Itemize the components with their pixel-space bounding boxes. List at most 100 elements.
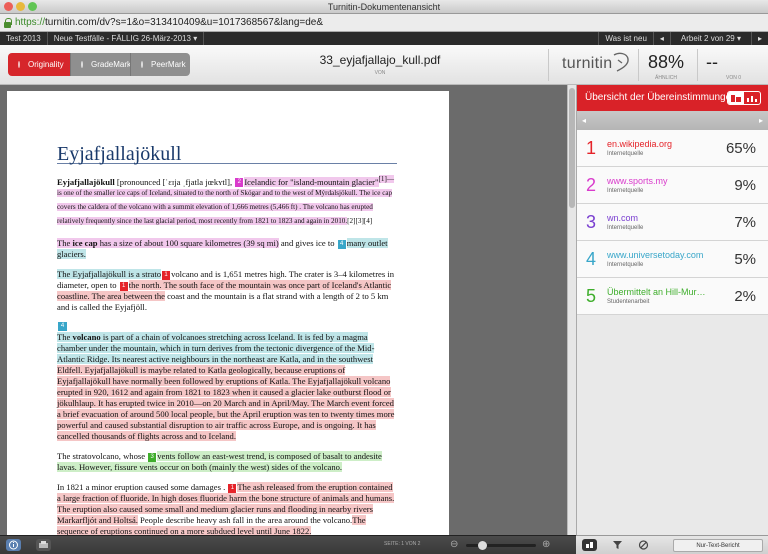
similarity-label: ÄHNLICH [655,75,677,81]
turnitin-logo-icon [613,52,629,72]
paper-counter: Arbeit 2 von 29 [680,34,735,43]
highlight-match-4[interactable]: The Eyjafjallajökull is a strato [57,269,162,280]
class-menu[interactable]: Test 2013 [0,32,48,45]
document-scrollbar[interactable] [567,85,576,535]
zoom-slider[interactable] [466,541,536,550]
prev-match-button[interactable]: ◂ [582,116,586,125]
match-item[interactable]: 2 www.sports.my Internetquelle 9% [577,167,768,204]
match-marker-4[interactable]: 4 [58,322,67,332]
highlight-match-4[interactable]: volcano [72,332,101,343]
match-source: en.wikipedia.org [607,139,673,149]
match-item[interactable]: 5 Übermittelt an Hill-Mur… Studentenarbeit… [577,278,768,315]
scrollbar-thumb[interactable] [569,88,575,208]
paper-text: In 1821 a minor eruption caused some dam… [57,482,228,493]
zoom-slider-knob[interactable] [478,541,487,550]
match-type: Internetquelle [607,151,644,157]
paper-text: People describe heavy ash fall in the ar… [137,515,353,526]
list-view-icon[interactable] [728,92,744,104]
match-percent: 2% [734,288,756,305]
match-percent: 65% [725,140,756,157]
paragraph-2: The ice cap has a size of about 100 squa… [57,238,397,260]
window-controls [4,2,37,11]
panel-header: Übersicht der Übereinstimmungen [577,85,768,111]
url-path: turnitin.com/dv?s=1&o=313410409&u=101736… [45,17,324,28]
paragraph-1: Eyjafjallajökull [pronounced [ˈɛɪja ˌfja… [57,174,397,229]
tab-grademark[interactable]: GradeMark [70,53,131,76]
match-list: 1 en.wikipedia.org Internetquelle 65% 2 www.s… [577,130,768,315]
tab-label: PeerMark [151,60,186,69]
match-marker-1[interactable]: 1 [228,483,237,493]
url-text[interactable]: https://turnitin.com/dv?s=1&o=313410409&… [15,17,323,28]
top-navbar: Test 2013 Neue Testfälle - FÄLLIG 26-Mär… [0,32,768,45]
assignment-label: Neue Testfälle - FÄLLIG 26-März-2013 [53,34,191,43]
info-icon[interactable] [6,539,21,551]
radio-icon [141,61,143,68]
zoom-window-icon[interactable] [28,2,37,11]
match-type: Internetquelle [607,188,644,194]
highlight-match-2[interactable]: The [57,238,73,249]
chart-view-icon[interactable] [744,92,760,104]
whats-new-link[interactable]: Was ist neu [598,32,653,45]
view-toggle[interactable] [727,91,761,105]
highlight-match-2[interactable]: ice cap [72,238,98,249]
exclude-icon[interactable] [636,539,651,551]
document-header: Originality GradeMark PeerMark 33_eyjafj… [0,45,768,85]
zoom-in-icon[interactable]: ⊕ [542,539,550,550]
turnitin-logo: turnitin [562,55,613,72]
match-number: 2 [586,175,597,195]
match-number: 4 [586,249,597,269]
citation-ref: [2][3][4] [347,216,373,225]
radio-icon [81,61,83,68]
match-item[interactable]: 4 www.universetoday.com Internetquelle 5% [577,241,768,278]
highlight-match-4[interactable]: is part of a chain of volcanoes stretchi… [57,332,375,365]
paper-selector[interactable]: Arbeit 2 von 29 ▾ [669,32,751,45]
paper-title: Eyjafjallajökull [57,144,397,164]
paper-text: [pronounced [ˈɛɪja ˌfjatla jœkʏtl], [114,176,235,187]
match-source: wn.com [607,213,639,223]
match-marker-4[interactable]: 4 [337,239,346,249]
match-percent: 5% [734,251,756,268]
tab-originality[interactable]: Originality [8,53,70,76]
match-source: www.universetoday.com [607,250,704,260]
match-overview-icon[interactable] [582,539,597,551]
minimize-window-icon[interactable] [16,2,25,11]
filter-icon[interactable] [610,539,625,551]
prev-paper-button[interactable]: ◂ [652,32,670,45]
match-marker-2[interactable]: 2 [235,178,244,188]
document-viewer[interactable]: Eyjafjallajökull Eyjafjallajökull [prono… [0,85,567,535]
match-percent: 7% [734,214,756,231]
similarity-score[interactable]: 88% [648,52,684,73]
match-item[interactable]: 1 en.wikipedia.org Internetquelle 65% [577,130,768,167]
highlight-match-2[interactable]: Icelandic for "island-mountain glacier" [244,176,379,187]
grade-label: VON 0 [726,75,742,81]
address-bar[interactable]: https://turnitin.com/dv?s=1&o=313410409&… [0,14,768,32]
radio-icon [18,61,20,68]
assignment-menu[interactable]: Neue Testfälle - FÄLLIG 26-März-2013 ▾ [48,32,205,45]
highlight-match-5[interactable]: vents follow an east-west trend, is [157,451,275,462]
document-author-label: VON [374,70,386,76]
url-protocol: https:// [15,17,46,28]
match-number: 5 [586,286,597,306]
highlight-match-2[interactable]: has a size of about 100 square kilometre… [97,238,279,249]
match-marker-1[interactable]: 1 [119,281,128,291]
next-paper-button[interactable]: ▸ [750,32,768,45]
text-only-report-button[interactable]: Nur-Text-Bericht [673,539,763,552]
tab-peermark[interactable]: PeerMark [130,53,190,76]
paper-text: and gives ice to [278,238,337,249]
grade-score[interactable]: -- [706,52,718,73]
match-item[interactable]: 3 wn.com Internetquelle 7% [577,204,768,241]
highlight-match-1[interactable]: Eldfell. Eyjafjallajökull is maybe relat… [57,365,395,442]
match-marker-3[interactable]: 3 [148,452,157,462]
match-marker-1[interactable]: 1 [162,270,171,280]
print-icon[interactable] [36,539,51,551]
close-window-icon[interactable] [4,2,13,11]
dropdown-arrow-icon: ▾ [736,34,741,43]
dropdown-arrow-icon: ▾ [193,34,198,43]
zoom-out-icon[interactable]: ⊖ [450,539,458,550]
highlight-match-4[interactable]: The [57,332,73,343]
match-source: Übermittelt an Hill-Mur… [607,287,706,297]
next-match-button[interactable]: ▸ [759,116,763,125]
lock-icon [3,17,12,28]
viewer-footer: SEITE: 1 VON 2 ⊖ ⊕ [0,535,576,554]
match-percent: 9% [734,177,756,194]
